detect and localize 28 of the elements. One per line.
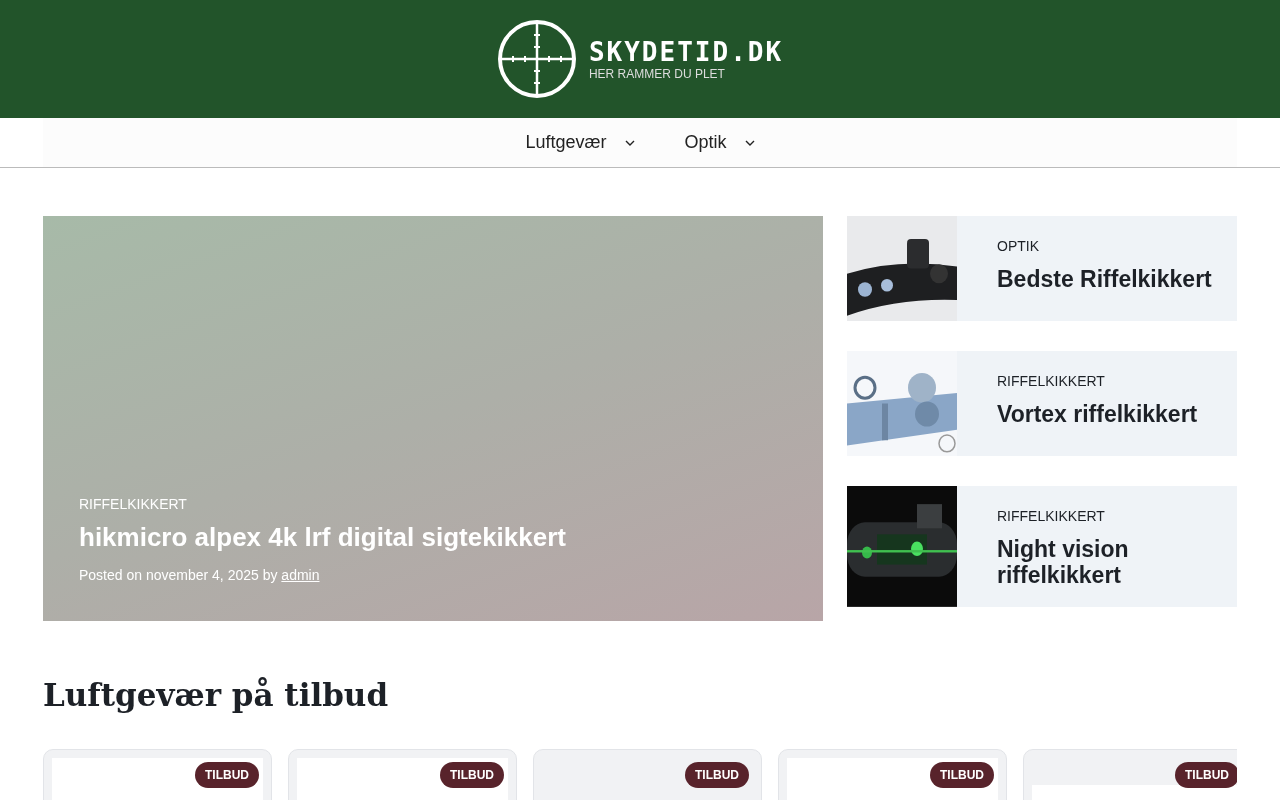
- nav-menu-item[interactable]: Optik: [679, 132, 760, 153]
- caret-icon: [624, 139, 635, 146]
- post-category[interactable]: OPTIK: [997, 238, 1225, 254]
- caret-icon: [744, 139, 755, 146]
- product-card[interactable]: TILBUD: [533, 749, 762, 800]
- post-card[interactable]: OPTIK Bedste Riffelkikkert: [957, 216, 1237, 321]
- post-title[interactable]: Bedste Riffelkikkert: [997, 266, 1225, 293]
- crosshair-icon[interactable]: [496, 19, 577, 99]
- post-card[interactable]: RIFFELKIKKERT Night vision riffelkikkert: [957, 486, 1237, 607]
- post-card[interactable]: RIFFELKIKKERT Vortex riffelkikkert: [957, 351, 1237, 456]
- product-card[interactable]: TILBUD: [43, 749, 272, 800]
- post-title[interactable]: Night vision riffelkikkert: [997, 536, 1225, 589]
- site-tagline: HER RAMMER DU PLET: [588, 67, 726, 81]
- sale-badge: TILBUD: [930, 762, 994, 788]
- site-logo-title[interactable]: SKYDETID.DK: [588, 37, 784, 67]
- product-card[interactable]: TILBUD: [288, 749, 517, 800]
- product-card[interactable]: TILBUD: [778, 749, 1007, 800]
- sale-badge: TILBUD: [685, 762, 749, 788]
- sale-badge: TILBUD: [440, 762, 504, 788]
- section-heading: Luftgevær på tilbud: [43, 677, 390, 713]
- post-category[interactable]: RIFFELKIKKERT: [997, 508, 1225, 524]
- sale-badge: TILBUD: [195, 762, 259, 788]
- nav-menu-item[interactable]: Luftgevær: [520, 132, 640, 153]
- post-title[interactable]: Vortex riffelkikkert: [997, 401, 1225, 428]
- sale-badge: TILBUD: [1175, 762, 1237, 788]
- post-category[interactable]: RIFFELKIKKERT: [997, 373, 1225, 389]
- post-meta: Posted on november 4, 2025 by admin: [79, 567, 321, 583]
- product-card[interactable]: TILBUD: [1023, 749, 1237, 800]
